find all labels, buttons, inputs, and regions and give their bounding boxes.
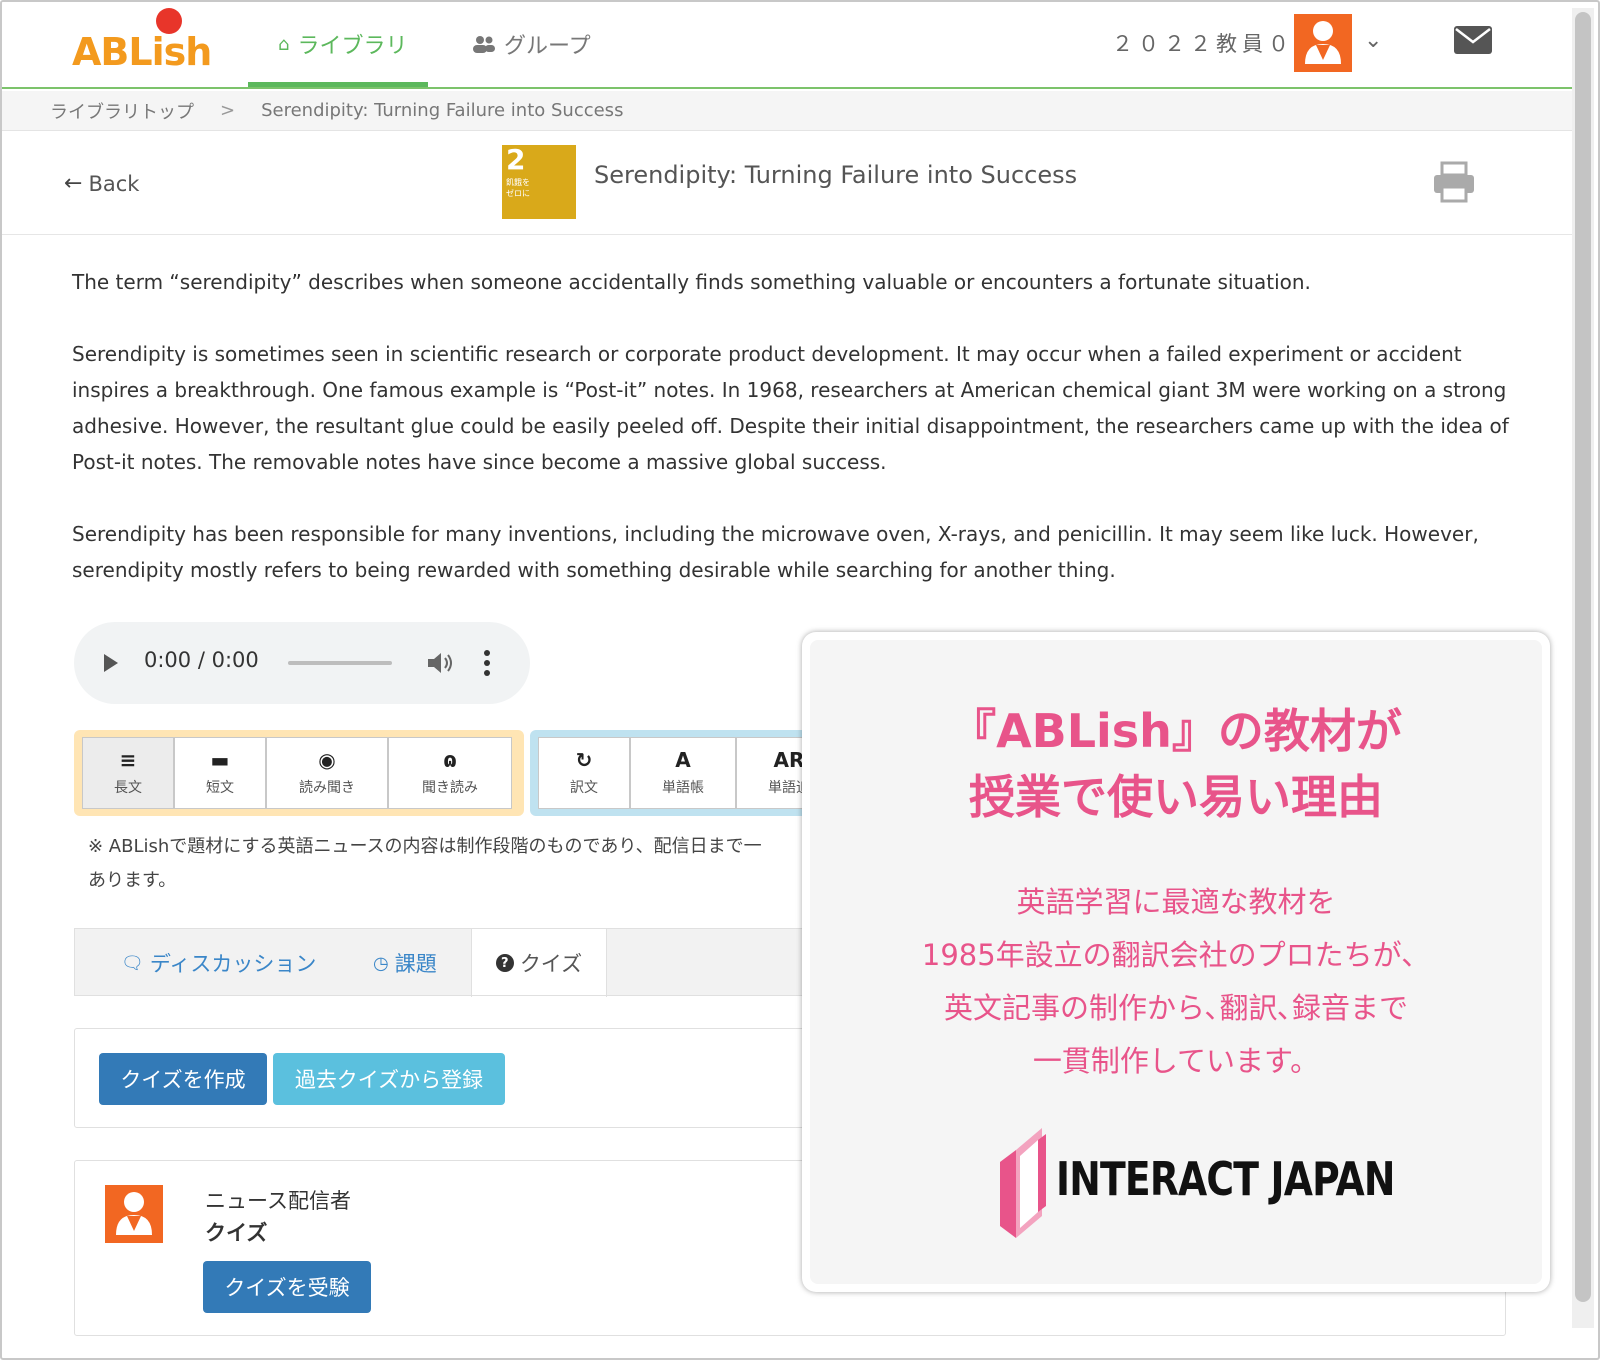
tab-task[interactable]: ◷ 課題 xyxy=(373,929,437,997)
user-silhouette-icon xyxy=(1305,21,1341,64)
refresh-icon: ↻ xyxy=(575,748,593,772)
users-icon xyxy=(473,36,495,53)
play-icon[interactable] xyxy=(104,654,118,672)
ear-icon: ɷ xyxy=(443,748,457,772)
tab-task-label: 課題 xyxy=(394,952,437,976)
tab-quiz[interactable]: ? クイズ xyxy=(471,929,607,997)
breadcrumb: ライブラリトップ > Serendipity: Turning Failure … xyxy=(2,91,1576,131)
nav-library-label: ライブラリ xyxy=(297,34,408,59)
mode-listen-read-button[interactable]: ɷ 聞き読み xyxy=(388,737,512,809)
sdg-label-line1: 飢餓を xyxy=(506,178,530,187)
article-paragraph: The term “serendipity” describes when so… xyxy=(72,270,1311,294)
avatar xyxy=(105,1185,163,1243)
sdg-label-line2: ゼロに xyxy=(506,189,530,198)
audio-player: 0:00 / 0:00 xyxy=(74,622,530,704)
tool-label: 読み聞き xyxy=(299,780,355,796)
quiz-author: ニュース配信者 xyxy=(205,1189,351,1213)
envelope-icon[interactable] xyxy=(1454,26,1492,54)
vocabulary-book-button[interactable]: A 単語帳 xyxy=(630,737,736,809)
article-body: The term “serendipity” describes when so… xyxy=(72,264,1512,624)
promo-heading-line: 『ABLish』の教材が xyxy=(950,704,1402,758)
tab-discussion-label: ディスカッション xyxy=(149,952,317,976)
question-circle-icon: ? xyxy=(495,954,514,972)
take-quiz-button[interactable]: クイズを受験 xyxy=(203,1261,371,1313)
nav-library[interactable]: ⌂ ライブラリ xyxy=(278,24,407,64)
user-name[interactable]: ２０２２教員０１ xyxy=(1112,28,1320,58)
promo-text: 英語学習に最適な教材を 1985年設立の翻訳会社のプロたちが、 英文記事の制作か… xyxy=(810,876,1542,1088)
top-navbar: ABLish ⌂ ライブラリ グループ ２０２２教員０１ ⌄ xyxy=(2,2,1576,89)
promo-text-line: 英語学習に最適な教材を xyxy=(1016,885,1336,919)
register-past-quiz-button[interactable]: 過去クイズから登録 xyxy=(273,1053,505,1105)
chevron-down-icon[interactable]: ⌄ xyxy=(1364,28,1382,53)
tool-label: 長文 xyxy=(114,780,142,796)
promo-heading-line: 授業で使い易い理由 xyxy=(969,770,1383,824)
promo-content: 『ABLish』の教材が 授業で使い易い理由 英語学習に最適な教材を 1985年… xyxy=(810,640,1542,1284)
promo-heading: 『ABLish』の教材が 授業で使い易い理由 xyxy=(810,698,1542,830)
vertical-scrollbar[interactable] xyxy=(1572,8,1594,1328)
browser-frame: ABLish ⌂ ライブラリ グループ ２０２２教員０１ ⌄ ライブラリトップ … xyxy=(0,0,1600,1360)
breadcrumb-separator: > xyxy=(220,100,236,121)
promo-text-line: 英文記事の制作から､翻訳､録音まで xyxy=(943,991,1408,1025)
vocab-book-icon: A xyxy=(675,748,691,772)
user-avatar[interactable] xyxy=(1294,14,1352,72)
mode-short-text-button[interactable]: ▬ 短文 xyxy=(174,737,266,809)
align-left-icon: ≡ xyxy=(119,748,137,772)
tab-quiz-label: クイズ xyxy=(519,952,583,976)
study-tools-toolbar: ↻ 訳文 A 単語帳 AR 単語追 xyxy=(530,730,820,816)
mode-long-text-button[interactable]: ≡ 長文 xyxy=(82,737,174,809)
breadcrumb-current: Serendipity: Turning Failure into Succes… xyxy=(261,100,624,121)
interact-japan-logo: INTERACT JAPAN xyxy=(996,1122,1395,1238)
volume-icon[interactable] xyxy=(426,650,454,676)
tool-label: 単語帳 xyxy=(662,780,704,796)
content-notice: ※ ABLishで題材にする英語ニュースの内容は制作段階のものであり、配信日まで… xyxy=(88,830,808,898)
article-title: Serendipity: Turning Failure into Succes… xyxy=(594,161,1078,189)
reading-mode-toolbar: ≡ 長文 ▬ 短文 ◉ 読み聞き ɷ 聞き読み xyxy=(74,730,524,816)
eye-icon: ◉ xyxy=(318,748,336,772)
tabs-divider xyxy=(74,995,814,996)
create-quiz-button[interactable]: クイズを作成 xyxy=(99,1053,267,1105)
tool-label: 短文 xyxy=(206,780,234,796)
article-paragraph: Serendipity is sometimes seen in scienti… xyxy=(72,342,1509,474)
sdg-label: 飢餓を ゼロに xyxy=(506,177,530,199)
logo-text: ABLish xyxy=(72,30,212,74)
notice-line: あります。 xyxy=(88,870,177,891)
nav-active-underline xyxy=(248,82,428,87)
back-label: Back xyxy=(88,171,140,196)
home-icon: ⌂ xyxy=(278,33,290,55)
translation-button[interactable]: ↻ 訳文 xyxy=(538,737,630,809)
notice-line: ※ ABLishで題材にする英語ニュースの内容は制作段階のものであり、配信日まで… xyxy=(88,836,762,857)
mode-read-listen-button[interactable]: ◉ 読み聞き xyxy=(266,737,388,809)
arrow-left-icon: ← xyxy=(64,171,83,196)
print-icon[interactable] xyxy=(1432,161,1476,203)
article-paragraph: Serendipity has been responsible for man… xyxy=(72,522,1479,582)
promo-overlay: 『ABLish』の教材が 授業で使い易い理由 英語学習に最適な教材を 1985年… xyxy=(802,632,1550,1292)
activity-tabs: 🗨 ディスカッション ◷ 課題 ? クイズ xyxy=(74,928,814,997)
comments-icon: 🗨 xyxy=(121,952,144,974)
promo-text-line: 一貫制作しています。 xyxy=(1032,1044,1320,1078)
interact-japan-logo-mark xyxy=(1000,1128,1046,1238)
promo-text-line: 1985年設立の翻訳会社のプロたちが、 xyxy=(921,938,1431,972)
audio-time: 0:00 / 0:00 xyxy=(144,648,259,672)
scrollbar-thumb[interactable] xyxy=(1575,12,1591,1302)
interact-japan-logo-text: INTERACT JAPAN xyxy=(1056,1152,1395,1206)
more-vertical-icon[interactable] xyxy=(484,648,490,678)
tool-label: 訳文 xyxy=(570,780,598,796)
user-silhouette-icon xyxy=(116,1192,152,1235)
short-line-icon: ▬ xyxy=(210,748,230,772)
tool-label: 聞き読み xyxy=(422,780,478,796)
nav-group[interactable]: グループ xyxy=(472,24,591,64)
sdg-goal-badge: 2 飢餓を ゼロに xyxy=(502,143,576,219)
breadcrumb-home-link[interactable]: ライブラリトップ xyxy=(50,98,194,124)
ablish-logo[interactable]: ABLish xyxy=(70,8,230,76)
article-titlebar: ← Back 2 飢餓を ゼロに Serendipity: Turning Fa… xyxy=(2,131,1576,235)
nav-group-label: グループ xyxy=(504,34,591,59)
back-link[interactable]: ← Back xyxy=(64,171,139,196)
tab-discussion[interactable]: 🗨 ディスカッション xyxy=(121,929,316,997)
ar-icon: AR xyxy=(773,748,805,772)
clock-icon: ◷ xyxy=(373,952,389,974)
sdg-number: 2 xyxy=(506,143,526,176)
quiz-title: クイズ xyxy=(205,1221,268,1245)
audio-progress-slider[interactable] xyxy=(288,661,392,665)
